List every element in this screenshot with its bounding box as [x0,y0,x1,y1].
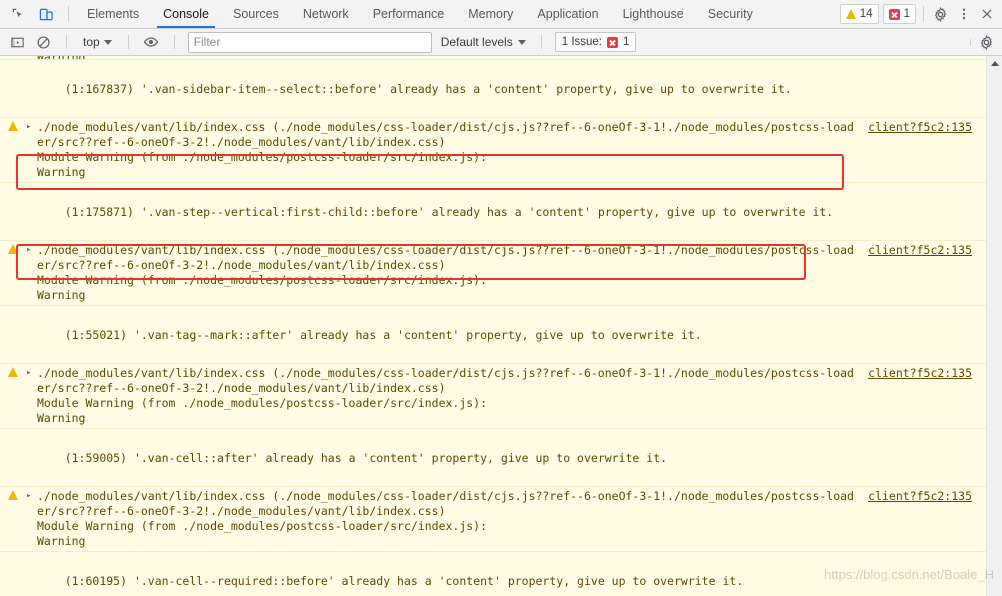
console-message-warning[interactable]: ▸ ./node_modules/vant/lib/index.css (./n… [0,118,1002,183]
source-link[interactable]: client?f5c2:135 [868,489,1002,504]
tab-label: Network [302,7,349,21]
filterbar-divider-4 [540,35,542,49]
gear-icon[interactable] [931,5,950,24]
tab-memory[interactable]: Memory [456,0,525,28]
tab-sources[interactable]: Sources [221,0,291,28]
scroll-up-arrow-icon[interactable] [987,56,1002,71]
filterbar-divider-3 [173,35,175,49]
chevron-down-icon [517,39,526,45]
warning-triangle-icon [845,9,856,19]
source-link[interactable]: client?f5c2:135 [868,120,1002,135]
error-count-label: 1 [903,8,910,20]
warning-detail-text: ./node_modules/vant/lib/index.css (./nod… [37,489,854,548]
console-settings-gear-icon[interactable] [977,33,996,52]
warning-detail-text: ./node_modules/vant/lib/index.css (./nod… [37,366,854,425]
disclosure-triangle-icon[interactable]: ▸ [26,120,37,133]
error-cross-icon [888,8,900,20]
inspect-element-icon[interactable] [8,5,27,24]
log-levels-selector[interactable]: Default levels [439,35,528,49]
console-message-warning[interactable]: ▸ ./node_modules/vant/lib/index.css (./n… [0,487,1002,552]
issues-prefix-label: 1 Issue: [561,36,603,48]
chevron-down-icon [103,39,112,45]
tab-label: Elements [87,7,140,21]
warning-icon [0,366,26,377]
console-scrollbar[interactable] [986,56,1002,596]
warning-icon [0,243,26,254]
devtools-tabbar: Elements Console Sources Network Perform… [0,0,1002,29]
tabbar-divider [68,6,69,22]
source-link[interactable]: client?f5c2:135 [868,366,1002,381]
message-text: (1:167837) '.van-sidebar-item--select::b… [64,82,792,96]
console-filterbar: top Default levels 1 Issue: 1 [0,29,1002,56]
message-text: (1:55021) '.van-tag--mark::after' alread… [64,328,702,342]
tab-label: Lighthouse [622,7,684,21]
filter-input[interactable] [187,31,432,53]
filterbar-divider-2 [127,35,129,49]
tab-performance[interactable]: Performance [361,0,457,28]
console-message-text[interactable]: (1:60195) '.van-cell--required::before' … [0,552,1002,596]
live-expression-eye-icon[interactable] [142,33,161,52]
console-message-warning[interactable]: ▸ ./node_modules/vant/lib/index.css (./n… [0,364,1002,429]
source-link[interactable]: client?f5c2:135 [868,243,1002,258]
issues-counter[interactable]: 1 Issue: 1 [554,32,637,52]
console-message-text[interactable]: (1:167837) '.van-sidebar-item--select::b… [0,60,1002,118]
tab-lighthouse[interactable]: Lighthouse [611,0,696,28]
warning-detail-text: ./node_modules/vant/lib/index.css (./nod… [37,120,854,179]
error-cross-icon [607,36,619,48]
tab-elements[interactable]: Elements [75,0,151,28]
close-icon[interactable] [977,5,996,24]
tab-label: Console [163,7,209,21]
execution-context-selector[interactable]: top [80,35,115,49]
disclosure-triangle-icon[interactable]: ▸ [26,366,37,379]
more-options-icon[interactable] [954,5,973,24]
tab-label: Sources [232,7,279,21]
console-message-text[interactable]: (1:59005) '.van-cell::after' already has… [0,429,1002,487]
tab-network[interactable]: Network [291,0,361,28]
console-sidebar-toggle-icon[interactable] [8,33,27,52]
devtools-tabs: Elements Console Sources Network Perform… [75,0,765,28]
tabbar-right-controls: 14 1 [839,0,1002,28]
tab-console[interactable]: Console [151,0,221,28]
tab-application[interactable]: Application [525,0,610,28]
console-message-text[interactable]: (1:55021) '.van-tag--mark::after' alread… [0,306,1002,364]
tabbar-right-divider [923,6,924,22]
device-toolbar-icon[interactable] [37,5,56,24]
console-message-warning[interactable]: ▸ ./node_modules/vant/lib/index.css (./n… [0,241,1002,306]
tab-label: Application [537,7,599,21]
clear-console-icon[interactable] [34,33,53,52]
console-message-list[interactable]: Warning (1:167837) '.van-sidebar-item--s… [0,56,1002,596]
warning-detail-text: ./node_modules/vant/lib/index.css (./nod… [37,243,854,302]
warning-icon [0,120,26,131]
error-count-badge[interactable]: 1 [882,4,916,24]
disclosure-triangle-icon[interactable]: ▸ [26,489,37,502]
log-levels-label: Default levels [440,35,513,49]
console-message-text[interactable]: (1:175871) '.van-step--vertical:first-ch… [0,183,1002,241]
message-text: (1:175871) '.van-step--vertical:first-ch… [64,205,834,219]
tab-label: Memory [468,7,514,21]
filterbar-divider-5 [970,38,971,46]
warning-icon [0,489,26,500]
tab-label: Performance [372,7,445,21]
execution-context-label: top [83,35,100,49]
tab-security[interactable]: Security [696,0,765,28]
message-text: (1:59005) '.van-cell::after' already has… [64,451,668,465]
tabbar-left-icons [0,0,62,28]
warning-count-label: 14 [859,8,873,20]
warning-count-badge[interactable]: 14 [839,4,879,24]
tab-label: Security [707,7,753,21]
filterbar-right [964,33,996,52]
message-text: (1:60195) '.van-cell--required::before' … [64,574,744,588]
issues-count-label: 1 [623,36,630,48]
disclosure-triangle-icon[interactable]: ▸ [26,243,37,256]
filterbar-divider-1 [66,35,67,49]
